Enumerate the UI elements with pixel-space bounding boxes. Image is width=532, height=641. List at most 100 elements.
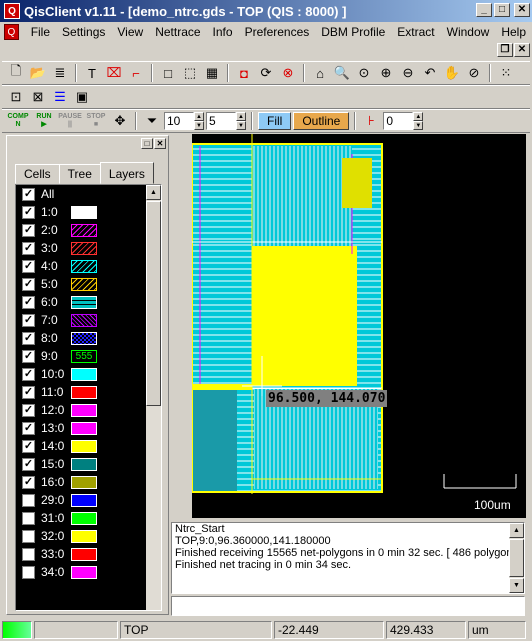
spin-down-icon[interactable]: ▼ [236, 121, 246, 130]
layer-row[interactable]: ✓ 4:0 [16, 257, 146, 275]
layer-row[interactable]: 32:0 [16, 527, 146, 545]
axis-level-icon[interactable]: ⊦ [361, 111, 381, 131]
corner-select-icon[interactable]: ⌐ [126, 63, 146, 83]
layer-swatch[interactable] [71, 259, 97, 273]
layer-checkbox[interactable] [22, 493, 35, 507]
refresh-icon[interactable]: ⟳ [256, 63, 276, 83]
layer-row[interactable]: ✓ 3:0 [16, 239, 146, 257]
layer-swatch[interactable] [71, 313, 97, 327]
levels-spinner[interactable]: 5 ▲ ▼ [206, 111, 246, 131]
layer-row[interactable]: 33:0 [16, 545, 146, 563]
log-scrollbar[interactable]: ▲ ▼ [509, 523, 524, 593]
stop-icon[interactable]: ⊗ [278, 63, 298, 83]
fill-button[interactable]: Fill [258, 112, 292, 130]
tab-layers[interactable]: Layers [99, 162, 154, 184]
layer-checkbox[interactable]: ✓ [22, 421, 35, 435]
new-file-icon[interactable]: 🗋 [6, 63, 26, 83]
layer-checkbox[interactable]: ✓ [22, 385, 35, 399]
layer-checkbox[interactable] [22, 529, 35, 543]
close-button[interactable]: ✕ [514, 3, 530, 17]
menu-dbm-profile[interactable]: DBM Profile [315, 25, 391, 39]
layer-row[interactable]: ✓ 11:0 [16, 383, 146, 401]
scroll-up-icon[interactable]: ▲ [509, 523, 524, 538]
layer-swatch[interactable] [71, 331, 97, 345]
layer-swatch[interactable] [71, 457, 97, 471]
layer-row[interactable]: ✓ 2:0 [16, 221, 146, 239]
layer-row[interactable]: ✓ All [16, 185, 146, 203]
layer-row[interactable]: ✓ 1:0 [16, 203, 146, 221]
layer-checkbox[interactable]: ✓ [22, 277, 35, 291]
layer-checkbox[interactable] [22, 547, 35, 561]
layer-checkbox[interactable]: ✓ [22, 187, 35, 201]
layer-row[interactable]: ✓ 16:0 [16, 473, 146, 491]
run-button[interactable]: RUN ▶ [32, 111, 56, 131]
layer-swatch[interactable] [71, 241, 97, 255]
layer-checkbox[interactable] [22, 511, 35, 525]
zoom-pan-icon[interactable]: ✋ [442, 63, 462, 83]
menu-settings[interactable]: Settings [56, 25, 111, 39]
layer-checkbox[interactable]: ✓ [22, 439, 35, 453]
layer-swatch[interactable] [71, 529, 97, 543]
layer-row[interactable]: ✓ 6:0 [16, 293, 146, 311]
home-icon[interactable]: ⌂ [310, 63, 330, 83]
layer-swatch[interactable]: 555 [71, 349, 97, 363]
layer-checkbox[interactable]: ✓ [22, 223, 35, 237]
zoom-in-icon[interactable]: ⊕ [376, 63, 396, 83]
open-folder-icon[interactable]: 📂 [28, 63, 48, 83]
menu-help[interactable]: Help [495, 25, 532, 39]
layer-checkbox[interactable]: ✓ [22, 241, 35, 255]
compile-button[interactable]: COMP N [6, 111, 30, 131]
command-input[interactable] [171, 596, 525, 616]
grid-icon[interactable]: ▦ [202, 63, 222, 83]
layer-row[interactable]: 31:0 [16, 509, 146, 527]
level-input[interactable]: 0 [383, 112, 414, 130]
minimize-button[interactable]: _ [476, 3, 492, 17]
levels-input[interactable]: 5 [206, 112, 236, 130]
layer-checkbox[interactable]: ✓ [22, 403, 35, 417]
dots-icon[interactable]: ⁙ [496, 63, 516, 83]
layout-canvas[interactable] [192, 134, 526, 518]
filter-icon[interactable]: ⏷ [142, 111, 162, 131]
scroll-thumb[interactable] [146, 201, 161, 406]
box-select-icon[interactable]: ⊡ [6, 87, 26, 107]
layer-swatch[interactable] [71, 277, 97, 291]
menu-preferences[interactable]: Preferences [239, 25, 316, 39]
zoom-out-icon[interactable]: ⊖ [398, 63, 418, 83]
spin-up-icon[interactable]: ▲ [413, 112, 424, 121]
layer-swatch[interactable] [71, 565, 97, 579]
layer-row[interactable]: ✓ 14:0 [16, 437, 146, 455]
layer-row[interactable]: ✓ 13:0 [16, 419, 146, 437]
copy-area-icon[interactable]: ◘ [234, 63, 254, 83]
layer-swatch[interactable] [71, 403, 97, 417]
layer-checkbox[interactable]: ✓ [22, 457, 35, 471]
spin-up-icon[interactable]: ▲ [236, 112, 246, 121]
tab-tree[interactable]: Tree [58, 164, 101, 184]
layer-swatch[interactable] [71, 511, 97, 525]
rectangle-icon[interactable]: □ [158, 63, 178, 83]
layer-row[interactable]: ✓ 10:0 [16, 365, 146, 383]
menu-file[interactable]: File [25, 25, 56, 39]
layer-swatch[interactable] [71, 367, 97, 381]
select-delete-icon[interactable]: ⌧ [104, 63, 124, 83]
list-view-icon[interactable]: ☰ [50, 87, 70, 107]
scroll-thumb[interactable] [509, 539, 524, 577]
layer-row[interactable]: ✓ 12:0 [16, 401, 146, 419]
layer-row[interactable]: 29:0 [16, 491, 146, 509]
layer-row[interactable]: ✓ 7:0 [16, 311, 146, 329]
layer-checkbox[interactable]: ✓ [22, 205, 35, 219]
stop-button[interactable]: STOP ■ [84, 111, 108, 131]
layer-checkbox[interactable]: ✓ [22, 331, 35, 345]
mdi-restore-button[interactable]: ❐ [497, 43, 513, 57]
app-icon[interactable]: Q [4, 3, 20, 19]
panel-float-button[interactable]: □ [141, 138, 153, 149]
layer-row[interactable]: ✓ 8:0 [16, 329, 146, 347]
layer-swatch[interactable] [71, 295, 97, 309]
layer-row[interactable]: ✓ 9:0 555 [16, 347, 146, 365]
zoom-window-icon[interactable]: ⊘ [464, 63, 484, 83]
spin-up-icon[interactable]: ▲ [194, 112, 204, 121]
layer-swatch[interactable] [71, 223, 97, 237]
scroll-down-icon[interactable]: ▼ [509, 578, 524, 593]
layer-row[interactable]: ✓ 5:0 [16, 275, 146, 293]
maximize-button[interactable]: □ [494, 3, 510, 17]
move-icon[interactable]: ✥ [110, 111, 130, 131]
